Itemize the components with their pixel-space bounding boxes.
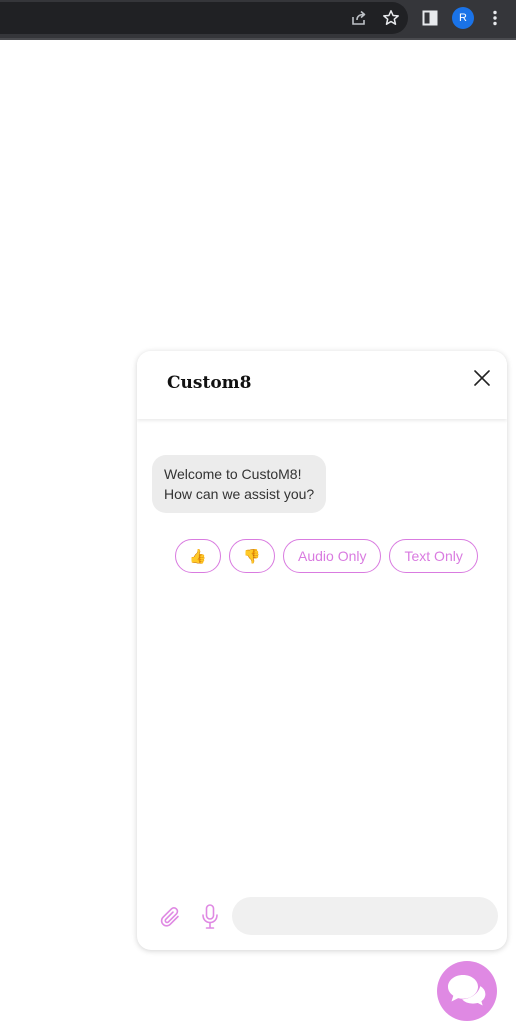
- paperclip-icon: [160, 907, 179, 927]
- side-panel-icon[interactable]: [419, 7, 441, 29]
- close-icon: [474, 370, 490, 386]
- message-composer: [137, 891, 507, 941]
- toolbar-divider: [0, 38, 516, 40]
- audio-only-button[interactable]: Audio Only: [283, 539, 382, 573]
- chat-title: Custom8: [167, 373, 252, 393]
- browser-toolbar: R: [0, 0, 516, 38]
- chat-launcher-button[interactable]: [437, 961, 497, 1021]
- share-icon[interactable]: [348, 7, 370, 29]
- profile-avatar[interactable]: R: [452, 7, 474, 29]
- microphone-icon: [202, 904, 218, 929]
- address-bar[interactable]: [0, 2, 408, 34]
- chat-header: Custom8: [137, 351, 507, 419]
- chat-window: Custom8 Welcome to CustoM8! How can we a…: [137, 351, 507, 950]
- quick-replies: 👍 👎 Audio Only Text Only: [175, 539, 478, 574]
- microphone-button[interactable]: [200, 903, 220, 931]
- attach-button[interactable]: [159, 905, 183, 929]
- message-input[interactable]: [232, 897, 498, 935]
- text-only-button[interactable]: Text Only: [389, 539, 478, 573]
- thumbs-down-button[interactable]: 👎: [229, 539, 275, 573]
- more-vert-icon[interactable]: [484, 7, 506, 29]
- bookmark-star-icon[interactable]: [380, 7, 402, 29]
- chat-bubbles-icon: [448, 975, 487, 1008]
- message-line-2: How can we assist you?: [164, 486, 315, 502]
- thumbs-up-button[interactable]: 👍: [175, 539, 221, 573]
- bot-message-bubble: Welcome to CustoM8! How can we assist yo…: [152, 455, 327, 513]
- close-button[interactable]: [471, 367, 493, 389]
- message-line-1: Welcome to CustoM8!: [164, 466, 302, 482]
